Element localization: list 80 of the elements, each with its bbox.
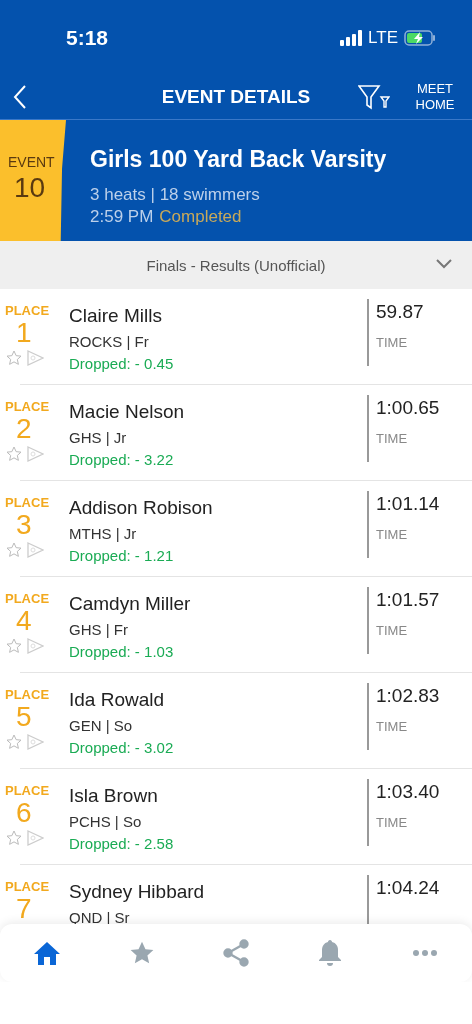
team-grade: GEN | So (69, 717, 134, 734)
time-label: TIME (376, 719, 409, 734)
filter-icon[interactable] (358, 83, 390, 111)
swimmer-name: Ida Rowald (69, 689, 166, 711)
swimmer-name: Isla Brown (69, 785, 159, 807)
place-label: PLACE (5, 879, 50, 894)
team-grade: GHS | Jr (69, 429, 128, 446)
star-icon[interactable] (6, 542, 22, 558)
team-grade: ROCKS | Fr (69, 333, 150, 350)
place-label: PLACE (5, 783, 50, 798)
time-label: TIME (376, 623, 409, 638)
battery-icon (404, 29, 436, 46)
back-icon[interactable] (12, 84, 28, 110)
star-icon[interactable] (6, 734, 22, 750)
network-label: LTE (368, 27, 398, 48)
swim-time: 1:03.40 (376, 781, 441, 803)
swimmer-name: Sydney Hibbard (69, 881, 206, 903)
dropped-time: Dropped: - 3.02 (69, 739, 175, 756)
swim-time: 1:01.14 (376, 493, 441, 515)
swim-time: 1:01.57 (376, 589, 441, 611)
flag-icon[interactable] (26, 638, 44, 654)
place-number: 4 (16, 606, 32, 636)
status-time: 5:18 (66, 25, 109, 50)
bell-icon[interactable] (318, 939, 343, 967)
place-number: 6 (16, 798, 32, 828)
place-label: PLACE (5, 399, 50, 414)
place-label: PLACE (5, 495, 50, 510)
dropped-time: Dropped: - 1.03 (69, 643, 175, 660)
chevron-down-icon[interactable] (436, 258, 452, 270)
dropped-time: Dropped: - 0.45 (69, 355, 175, 372)
place-number: 7 (16, 894, 32, 924)
dropped-time: Dropped: - 3.22 (69, 451, 175, 468)
swimmer-name: Claire Mills (69, 305, 163, 327)
place-label: PLACE (5, 591, 50, 606)
dropped-time: Dropped: - 2.58 (69, 835, 175, 852)
meet-home-button[interactable]: MEET HOME (410, 81, 460, 113)
star-icon[interactable] (6, 638, 22, 654)
time-label: TIME (376, 335, 409, 350)
flag-icon[interactable] (26, 542, 44, 558)
team-grade: MTHS | Jr (69, 525, 138, 542)
swimmer-name: Macie Nelson (69, 401, 186, 423)
swim-time: 1:00.65 (376, 397, 441, 419)
time-label: TIME (376, 527, 409, 542)
star-icon[interactable] (128, 940, 155, 966)
place-label: PLACE (5, 303, 50, 318)
share-icon[interactable] (221, 939, 250, 967)
place-number: 3 (16, 510, 32, 540)
place-number: 1 (16, 318, 32, 348)
more-icon[interactable] (411, 949, 438, 957)
time-label: TIME (376, 431, 409, 446)
event-time: 2:59 PM (90, 207, 154, 227)
team-grade: GHS | Fr (69, 621, 129, 638)
event-label: EVENT (8, 154, 55, 170)
section-title: Finals - Results (Unofficial) (146, 256, 326, 274)
place-label: PLACE (5, 687, 50, 702)
dropped-time: Dropped: - 1.21 (69, 547, 175, 564)
place-number: 5 (16, 702, 32, 732)
swim-time: 1:02.83 (376, 685, 441, 707)
team-grade: PCHS | So (69, 813, 143, 830)
swim-time: 1:04.24 (376, 877, 441, 899)
swimmer-name: Camdyn Miller (69, 593, 192, 615)
page-title: EVENT DETAILS (161, 86, 311, 107)
flag-icon[interactable] (26, 350, 44, 366)
star-icon[interactable] (6, 350, 22, 366)
signal-icon (340, 29, 363, 46)
flag-icon[interactable] (26, 830, 44, 846)
star-icon[interactable] (6, 830, 22, 846)
place-number: 2 (16, 414, 32, 444)
event-name: Girls 100 Yard Back Varsity (90, 146, 387, 173)
section-header[interactable]: Finals - Results (Unofficial) (0, 241, 472, 289)
home-icon[interactable] (33, 940, 62, 966)
star-icon[interactable] (6, 446, 22, 462)
event-number: 10 (14, 172, 46, 204)
event-status: Completed (159, 207, 242, 227)
flag-icon[interactable] (26, 446, 44, 462)
flag-icon[interactable] (26, 734, 44, 750)
event-summary: 3 heats | 18 swimmers (90, 185, 261, 205)
time-label: TIME (376, 815, 409, 830)
swimmer-name: Addison Robison (69, 497, 214, 519)
swim-time: 59.87 (376, 301, 425, 323)
